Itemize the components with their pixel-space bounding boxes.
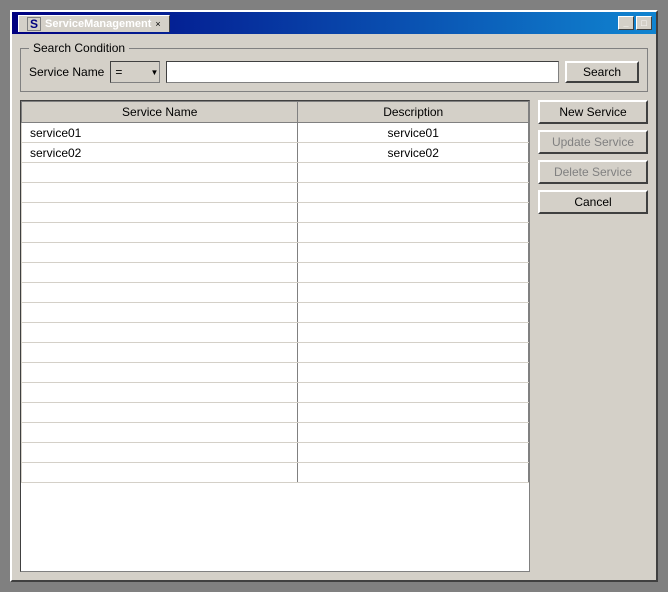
table-row-empty[interactable] [22,303,529,323]
cell-empty [22,283,298,303]
col-header-description: Description [298,102,529,123]
new-service-button[interactable]: New Service [538,100,648,124]
table-header-row: Service Name Description [22,102,529,123]
buttons-panel: New Service Update Service Delete Servic… [538,100,648,572]
cell-empty [298,283,529,303]
operator-select[interactable]: = != LIKE [110,61,160,83]
service-table: Service Name Description service01servic… [21,101,529,483]
table-row-empty[interactable] [22,463,529,483]
table-row-empty[interactable] [22,263,529,283]
cell-empty [298,303,529,323]
cell-empty [22,183,298,203]
cell-empty [298,183,529,203]
window-body: Search Condition Service Name = != LIKE … [12,34,656,580]
title-bar-left: S ServiceManagement × [16,15,170,32]
cell-empty [298,363,529,383]
search-row: Service Name = != LIKE ▼ Search [29,61,639,83]
cancel-button[interactable]: Cancel [538,190,648,214]
cell-empty [22,343,298,363]
table-row-empty[interactable] [22,423,529,443]
cell-empty [22,363,298,383]
cell-empty [22,323,298,343]
table-row-empty[interactable] [22,183,529,203]
minimize-button[interactable]: _ [618,16,634,30]
cell-empty [22,203,298,223]
cell-empty [298,203,529,223]
cell-empty [22,163,298,183]
update-service-button[interactable]: Update Service [538,130,648,154]
cell-service-name: service02 [22,143,298,163]
cell-empty [298,403,529,423]
cell-empty [22,263,298,283]
col-header-service-name: Service Name [22,102,298,123]
cell-empty [298,243,529,263]
table-row-empty[interactable] [22,203,529,223]
title-bar: S ServiceManagement × _ □ [12,12,656,34]
table-row-empty[interactable] [22,383,529,403]
app-icon: S [27,17,41,31]
cell-description: service01 [298,123,529,143]
maximize-button[interactable]: □ [636,16,652,30]
content-area: Service Name Description service01servic… [20,100,648,572]
search-input[interactable] [166,61,559,83]
tab-title: ServiceManagement [45,18,151,30]
cell-empty [22,463,298,483]
table-row-empty[interactable] [22,283,529,303]
cell-empty [298,223,529,243]
cell-empty [298,343,529,363]
table-row-empty[interactable] [22,443,529,463]
group-legend: Search Condition [29,41,129,55]
table-row-empty[interactable] [22,223,529,243]
cell-empty [22,223,298,243]
window-tab[interactable]: S ServiceManagement × [18,15,170,32]
operator-wrapper: = != LIKE ▼ [110,61,160,83]
cell-empty [298,443,529,463]
table-row[interactable]: service02service02 [22,143,529,163]
table-row-empty[interactable] [22,363,529,383]
main-window: S ServiceManagement × _ □ Search Conditi… [10,10,658,582]
table-row-empty[interactable] [22,403,529,423]
delete-service-button[interactable]: Delete Service [538,160,648,184]
cell-empty [22,403,298,423]
service-name-label: Service Name [29,65,104,79]
cell-empty [298,163,529,183]
cell-empty [298,463,529,483]
window-controls: _ □ [618,16,652,30]
table-row-empty[interactable] [22,323,529,343]
cell-description: service02 [298,143,529,163]
cell-empty [298,263,529,283]
table-row-empty[interactable] [22,243,529,263]
cell-empty [22,383,298,403]
table-row-empty[interactable] [22,343,529,363]
cell-empty [22,423,298,443]
search-button[interactable]: Search [565,61,639,83]
table-row[interactable]: service01service01 [22,123,529,143]
tab-close-icon[interactable]: × [155,19,160,29]
cell-empty [298,383,529,403]
table-row-empty[interactable] [22,163,529,183]
table-container: Service Name Description service01servic… [20,100,530,572]
cell-empty [298,423,529,443]
cell-empty [22,443,298,463]
cell-empty [22,243,298,263]
cell-empty [298,323,529,343]
cell-empty [22,303,298,323]
cell-service-name: service01 [22,123,298,143]
search-condition-group: Search Condition Service Name = != LIKE … [20,48,648,92]
